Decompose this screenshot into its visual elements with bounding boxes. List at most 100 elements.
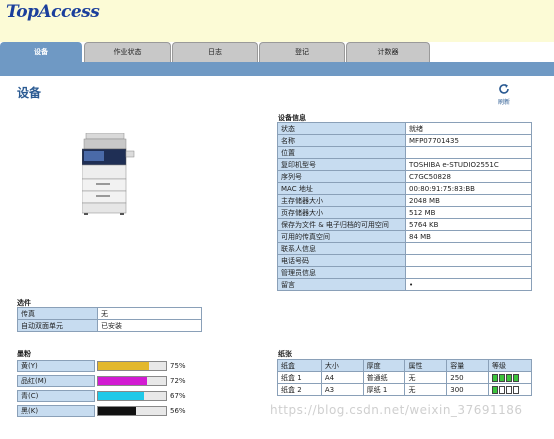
page-title: 设备 <box>17 86 42 100</box>
toner-title: 墨粉 <box>17 350 31 358</box>
toner-percent: 56% <box>170 407 186 415</box>
column-header: 大小 <box>320 359 364 372</box>
toner-name: 黄(Y) <box>17 360 95 372</box>
toner-level-bar <box>97 361 167 371</box>
tab-counter[interactable]: 计数器 <box>346 42 430 62</box>
table-row: 名称 MFP07701435 <box>277 134 532 147</box>
device-info-label: 序列号 <box>277 170 406 183</box>
table-row: 管理员信息 <box>277 266 532 279</box>
device-info-label: 可用的传真空间 <box>277 230 406 243</box>
device-info-label: 状态 <box>277 122 406 135</box>
paper-level-block <box>492 385 499 394</box>
paper-attr-cell: 无 <box>404 383 448 396</box>
device-info-label: MAC 地址 <box>277 182 406 195</box>
paper-size-cell: A4 <box>320 371 364 384</box>
paper-level-block <box>492 373 499 382</box>
device-info-label: 电话号码 <box>277 254 406 267</box>
table-row: MAC 地址 00:80:91:75:83:BB <box>277 182 532 195</box>
paper-tray-cell: 纸盒 2 <box>277 383 322 396</box>
table-row: 纸盒 1 A4 普通纸无 250 <box>277 371 532 384</box>
column-header: 纸盒 <box>277 359 322 372</box>
device-info-label: 名称 <box>277 134 406 147</box>
paper-tray-cell: 纸盒 1 <box>277 371 322 384</box>
table-row: 主存储器大小 2048 MB <box>277 194 532 207</box>
toner-fill <box>98 407 137 415</box>
toner-percent: 75% <box>170 362 186 370</box>
table-row: 序列号 C7GC50828 <box>277 170 532 183</box>
toner-row-cyan: 青(C) 67% <box>17 390 197 402</box>
paper-thickness-cell: 普通纸 <box>362 371 406 384</box>
tab-registration[interactable]: 登记 <box>259 42 345 62</box>
table-header-row: 纸盒 大小 厚度 属性 容量 等级 <box>277 359 532 372</box>
toner-name: 青(C) <box>17 390 95 402</box>
paper-level-cell <box>488 371 532 384</box>
paper-capacity-cell: 300 <box>446 383 490 396</box>
device-info-value: MFP07701435 <box>405 134 532 147</box>
device-info-label: 管理员信息 <box>277 266 406 279</box>
device-info-label: 复印机型号 <box>277 158 406 171</box>
toner-fill <box>98 392 144 400</box>
table-row: 自动双面单元 已安装 <box>17 319 202 332</box>
paper-capacity-cell: 250 <box>446 371 490 384</box>
table-row: 保存为文件 & 电子归档的可用空间 5764 KB <box>277 218 532 231</box>
tab-device[interactable]: 设备 <box>0 42 82 62</box>
toner-level-bar <box>97 376 167 386</box>
device-info-value: • <box>405 278 532 291</box>
header-banner: TopAccess <box>0 0 554 42</box>
paper-level-cell <box>488 383 532 396</box>
device-info-value: 00:80:91:75:83:BB <box>405 182 532 195</box>
device-info-label: 保存为文件 & 电子归档的可用空间 <box>277 218 406 231</box>
column-header: 容量 <box>446 359 490 372</box>
toner-row-yellow: 黄(Y) 75% <box>17 360 197 372</box>
paper-table: 纸盒 大小 厚度 属性 容量 等级 纸盒 1 A4 普通纸无 250 纸盒 2 A3 厚纸 1 无 300 <box>277 359 532 396</box>
watermark-text: https://blog.csdn.net/weixin_37691186 <box>270 403 523 417</box>
refresh-button[interactable]: 刷新 <box>494 83 514 106</box>
table-row: 留言 • <box>277 278 532 291</box>
toner-row-magenta: 品红(M) 72% <box>17 375 197 387</box>
table-row: 传真 无 <box>17 307 202 320</box>
table-row: 电话号码 <box>277 254 532 267</box>
device-info-value <box>405 266 532 279</box>
paper-attr-cell: 无 <box>404 371 448 384</box>
tab-logs[interactable]: 日志 <box>172 42 258 62</box>
paper-title: 纸张 <box>278 350 292 358</box>
device-info-table: 状态 就绪 名称 MFP07701435 位置 复印机型号 TOSHIBA e-STUDIO… <box>277 122 532 291</box>
device-info-value: C7GC50828 <box>405 170 532 183</box>
device-info-value: 5764 KB <box>405 218 532 231</box>
toner-percent: 72% <box>170 377 186 385</box>
column-header: 等级 <box>488 359 532 372</box>
toner-name: 品红(M) <box>17 375 95 387</box>
tab-job-status[interactable]: 作业状态 <box>84 42 171 62</box>
paper-thickness-cell: 厚纸 1 <box>362 383 406 396</box>
toner-name: 黑(K) <box>17 405 95 417</box>
toner-level-bar <box>97 391 167 401</box>
tab-bar: 设备 作业状态 日志 登记 计数器 <box>0 42 554 62</box>
device-info-value <box>405 242 532 255</box>
option-value: 无 <box>97 307 202 320</box>
device-info-label: 页存储器大小 <box>277 206 406 219</box>
device-info-value: 就绪 <box>405 122 532 135</box>
table-row: 可用的传真空间 84 MB <box>277 230 532 243</box>
table-row: 纸盒 2 A3 厚纸 1 无 300 <box>277 383 532 396</box>
toner-level-bar <box>97 406 167 416</box>
device-info-value: 2048 MB <box>405 194 532 207</box>
option-label: 传真 <box>17 307 98 320</box>
table-row: 页存储器大小 512 MB <box>277 206 532 219</box>
topaccess-logo: TopAccess <box>6 2 100 22</box>
table-row: 位置 <box>277 146 532 159</box>
device-info-value: 84 MB <box>405 230 532 243</box>
toner-row-black: 黑(K) 56% <box>17 405 197 417</box>
device-info-label: 留言 <box>277 278 406 291</box>
device-info-label: 位置 <box>277 146 406 159</box>
device-info-value: TOSHIBA e-STUDIO2551C <box>405 158 532 171</box>
paper-size-cell: A3 <box>320 383 364 396</box>
paper-level-block <box>499 373 506 382</box>
table-row: 复印机型号 TOSHIBA e-STUDIO2551C <box>277 158 532 171</box>
refresh-icon <box>494 83 514 97</box>
option-label: 自动双面单元 <box>17 319 98 332</box>
printer-image <box>81 132 138 215</box>
option-value: 已安装 <box>97 319 202 332</box>
column-header: 厚度 <box>362 359 406 372</box>
refresh-label: 刷新 <box>497 99 510 106</box>
column-header: 属性 <box>404 359 448 372</box>
